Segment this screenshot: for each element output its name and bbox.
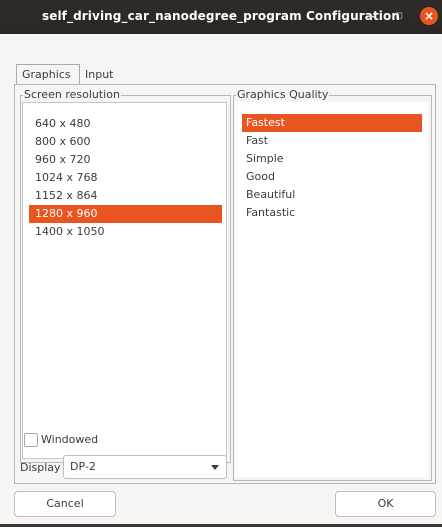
resolution-list-item[interactable]: 1400 x 1050 xyxy=(23,223,226,241)
graphics-quality-list[interactable]: Fastest Fast Simple Good Beautiful Fantastic xyxy=(235,102,428,477)
graphics-quality-group: Graphics Quality Fastest Fast Simple Good Be… xyxy=(233,89,432,481)
tab-graphics[interactable]: Graphics xyxy=(16,64,80,84)
resolution-list-item[interactable]: 1152 x 864 xyxy=(23,187,226,205)
graphics-tab-panel: Screen resolution 640 x 480 800 x 600 960 … xyxy=(14,84,436,484)
cancel-button[interactable]: Cancel xyxy=(14,491,116,517)
configuration-dialog: self_driving_car_nanodegree_program Conf… xyxy=(0,0,442,527)
screen-resolution-group: Screen resolution 640 x 480 800 x 600 960 … xyxy=(20,89,231,463)
resolution-list-item[interactable]: 640 x 480 xyxy=(23,115,226,133)
quality-list-item[interactable]: Good xyxy=(242,168,428,186)
display-select[interactable]: DP-2 xyxy=(63,455,227,479)
screen-resolution-title: Screen resolution xyxy=(23,88,121,101)
graphics-quality-title: Graphics Quality xyxy=(236,88,330,101)
quality-list-item[interactable]: Simple xyxy=(242,150,428,168)
resolution-list-item[interactable]: 1280 x 960 xyxy=(29,205,222,223)
resolution-list-item[interactable]: 1024 x 768 xyxy=(23,169,226,187)
windowed-label: Windowed xyxy=(41,433,99,446)
tab-input[interactable]: Input xyxy=(80,65,118,84)
minimize-icon[interactable]: – xyxy=(364,8,380,24)
resolution-list-item[interactable]: 800 x 600 xyxy=(23,133,226,151)
resolution-list-item[interactable]: 960 x 720 xyxy=(23,151,226,169)
windowed-checkbox[interactable] xyxy=(24,433,38,447)
quality-list-item[interactable]: Fast xyxy=(242,132,428,150)
ok-button[interactable]: OK xyxy=(335,491,436,517)
quality-list-item[interactable]: Fastest xyxy=(242,114,422,132)
close-icon[interactable]: × xyxy=(420,7,438,25)
display-select-value: DP-2 xyxy=(70,460,96,473)
chevron-down-icon xyxy=(211,465,219,470)
title-bar[interactable]: self_driving_car_nanodegree_program Conf… xyxy=(0,0,442,34)
display-label: Display xyxy=(20,461,61,474)
screen-resolution-list[interactable]: 640 x 480 800 x 600 960 x 720 1024 x 768 115… xyxy=(22,102,227,459)
quality-list-item[interactable]: Fantastic xyxy=(242,204,428,222)
quality-list-item[interactable]: Beautiful xyxy=(242,186,428,204)
maximize-icon[interactable]: ◻ xyxy=(391,8,407,24)
